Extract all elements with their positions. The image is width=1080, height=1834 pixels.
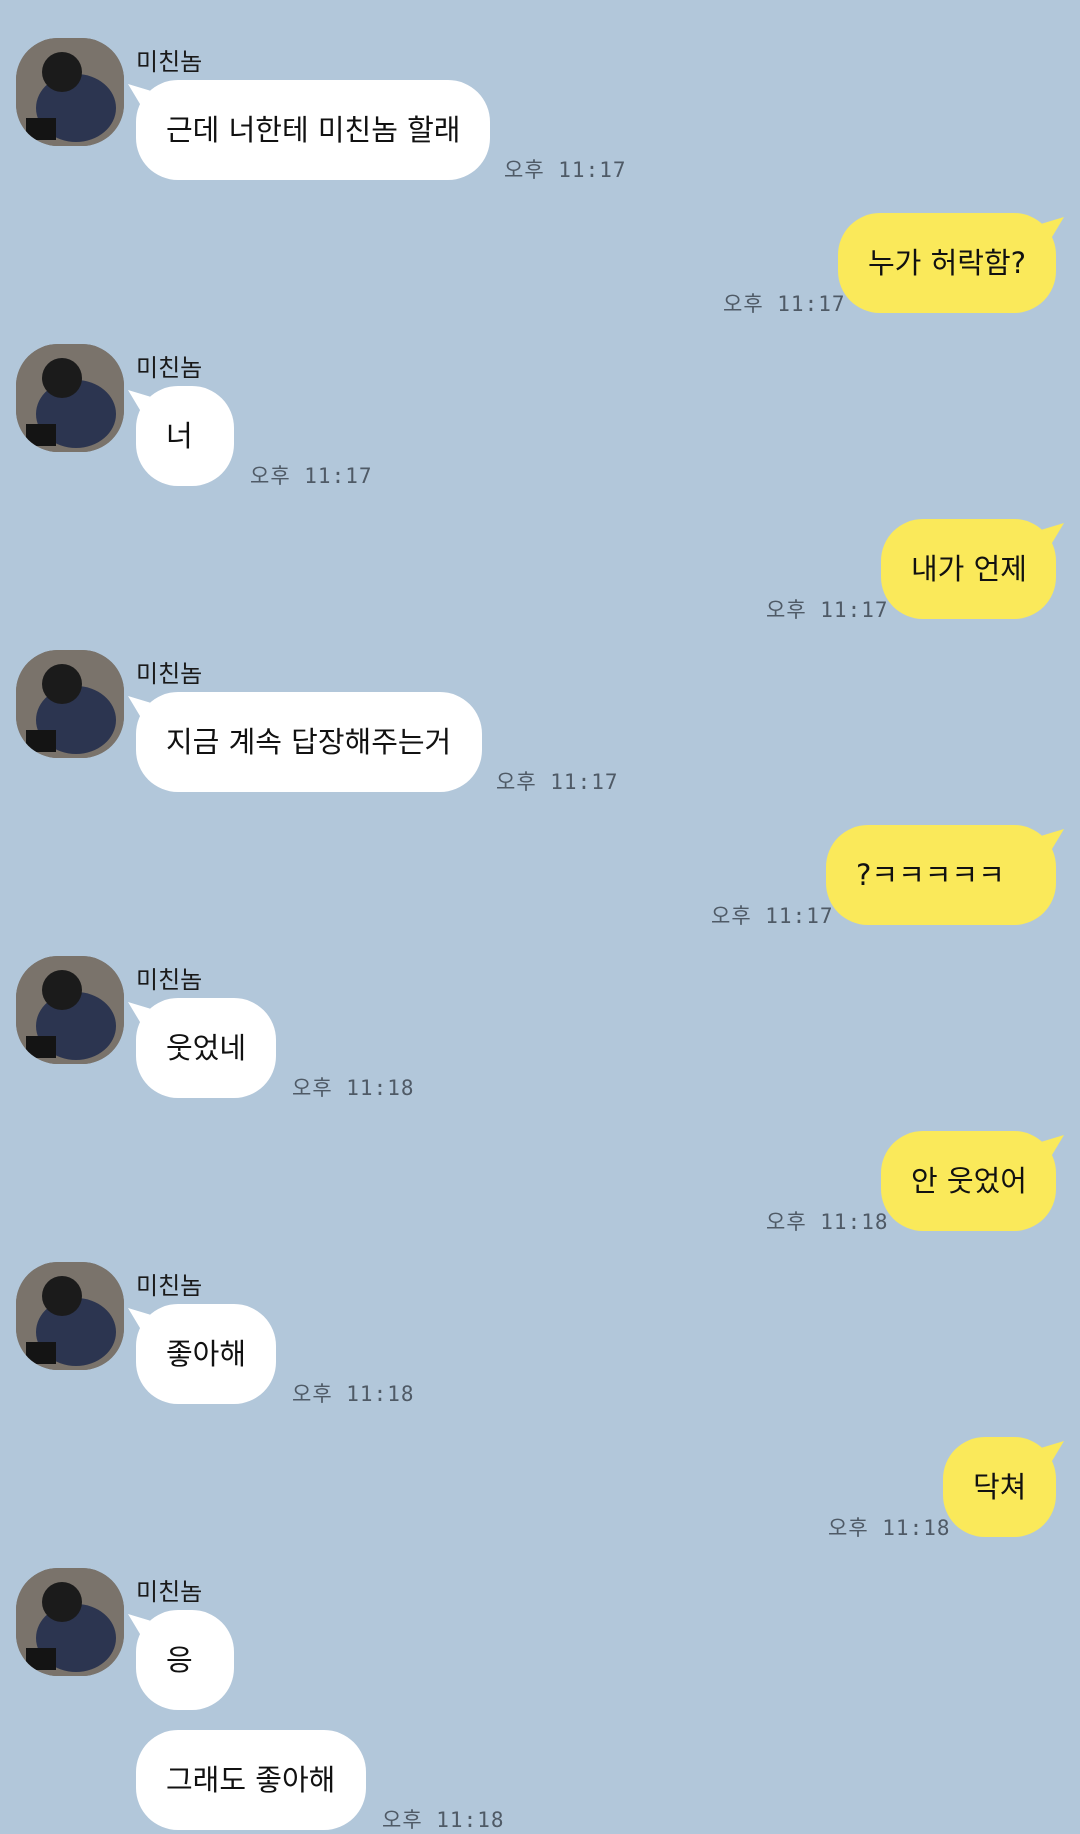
message-time: 오후 11:17 xyxy=(766,598,889,622)
message-time: 오후 11:18 xyxy=(292,1076,415,1100)
message-time: 오후 11:17 xyxy=(504,158,627,182)
message-time: 오후 11:17 xyxy=(496,770,619,794)
message-time: 오후 11:18 xyxy=(292,1382,415,1406)
message-time: 오후 11:17 xyxy=(711,904,834,928)
message-bubble[interactable]: 누가 허락함? xyxy=(838,213,1056,313)
message-bubble[interactable]: ?ㅋㅋㅋㅋㅋ xyxy=(826,825,1056,925)
sender-name: 미친놈 xyxy=(136,1578,203,1606)
avatar[interactable] xyxy=(16,344,124,452)
message-bubble[interactable]: 너 xyxy=(136,386,234,486)
message-bubble[interactable]: 웃었네 xyxy=(136,998,276,1098)
avatar[interactable] xyxy=(16,1262,124,1370)
sender-name: 미친놈 xyxy=(136,966,203,994)
message-bubble[interactable]: 그래도 좋아해 xyxy=(136,1730,366,1830)
avatar[interactable] xyxy=(16,38,124,146)
message-bubble[interactable]: 안 웃었어 xyxy=(881,1131,1056,1231)
sender-name: 미친놈 xyxy=(136,48,203,76)
sender-name: 미친놈 xyxy=(136,1272,203,1300)
sender-name: 미친놈 xyxy=(136,660,203,688)
message-bubble[interactable]: 내가 언제 xyxy=(881,519,1056,619)
avatar[interactable] xyxy=(16,1568,124,1676)
message-time: 오후 11:17 xyxy=(250,464,373,488)
message-time: 오후 11:18 xyxy=(828,1516,951,1540)
message-time: 오후 11:18 xyxy=(766,1210,889,1234)
avatar[interactable] xyxy=(16,956,124,1064)
sender-name: 미친놈 xyxy=(136,354,203,382)
message-bubble[interactable]: 좋아해 xyxy=(136,1304,276,1404)
message-bubble[interactable]: 근데 너한테 미친놈 할래 xyxy=(136,80,490,180)
message-bubble[interactable]: 닥쳐 xyxy=(943,1437,1056,1537)
message-bubble[interactable]: 지금 계속 답장해주는거 xyxy=(136,692,482,792)
message-bubble[interactable]: 응 xyxy=(136,1610,234,1710)
message-time: 오후 11:18 xyxy=(382,1808,505,1832)
message-time: 오후 11:17 xyxy=(723,292,846,316)
avatar[interactable] xyxy=(16,650,124,758)
chat-area[interactable]: 미친놈 근데 너한테 미친놈 할래 오후 11:17 누가 허락함? 오후 11… xyxy=(0,0,1080,1832)
